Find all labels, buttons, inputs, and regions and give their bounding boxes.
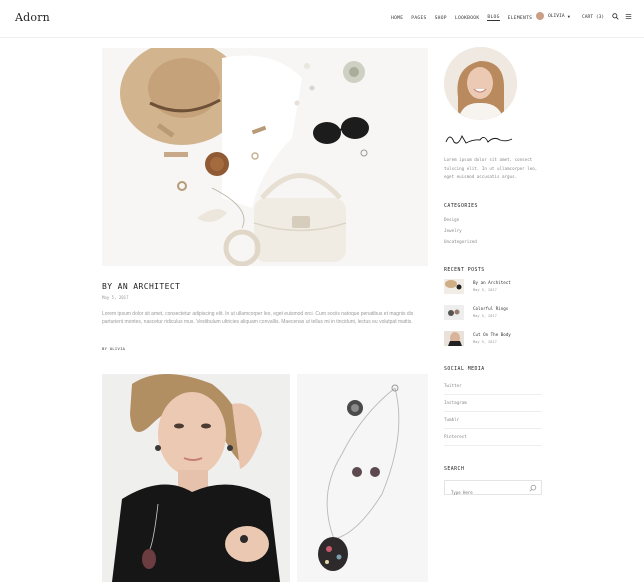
category-link[interactable]: Jewelry (444, 228, 462, 233)
search-icon[interactable] (612, 13, 619, 22)
post-image-necklace[interactable] (297, 374, 428, 582)
post-featured-image[interactable] (102, 48, 428, 266)
recent-post-item[interactable]: By an Architect May 5, 2017 (444, 279, 542, 294)
category-link[interactable]: Uncategorized (444, 239, 477, 244)
user-menu[interactable]: OLIVIA ▼ (536, 12, 570, 20)
recent-post-date: May 5, 2017 (473, 340, 497, 344)
site-header: Adorn HOME PAGES SHOP LOOKBOOK BLOG ELEM… (0, 0, 644, 38)
recent-posts-heading: RECENT POSTS (444, 268, 485, 273)
author-avatar (444, 47, 517, 120)
recent-post-thumbnail (444, 305, 464, 320)
nav-item-blog[interactable]: BLOG (487, 15, 500, 21)
user-avatar (536, 12, 544, 20)
author-bio: Lorem ipsum dolor sit amet, consect tuls… (444, 157, 538, 179)
recent-post-date: May 5, 2017 (473, 288, 497, 292)
search-icon[interactable] (529, 484, 537, 492)
social-link-tumblr[interactable]: Tumblr (444, 412, 542, 429)
social-link-twitter[interactable]: Twitter (444, 378, 542, 395)
social-media-heading: SOCIAL MEDIA (444, 367, 485, 372)
chevron-down-icon: ▼ (567, 13, 571, 19)
nav-item-shop[interactable]: SHOP (435, 16, 447, 21)
user-name: OLIVIA (548, 13, 565, 19)
search-input[interactable] (445, 486, 525, 499)
nav-item-lookbook[interactable]: LOOKBOOK (455, 16, 480, 21)
post-excerpt: Lorem ipsum dolor sit amet, consectetur … (102, 311, 414, 326)
author-signature (445, 134, 513, 144)
search-heading: SEARCH (444, 467, 465, 472)
menu-icon[interactable] (625, 13, 632, 22)
nav-item-home[interactable]: HOME (391, 16, 403, 21)
recent-post-item[interactable]: Cut On The Body May 5, 2017 (444, 331, 542, 346)
post-title[interactable]: BY AN ARCHITECT (102, 282, 180, 291)
recent-post-title: Colorful Rings (473, 306, 509, 311)
post-date: May 5, 2017 (102, 295, 129, 300)
post-author[interactable]: BY OLIVIA (102, 346, 125, 351)
main-nav: HOME PAGES SHOP LOOKBOOK BLOG ELEMENTS (391, 15, 540, 21)
recent-post-item[interactable]: Colorful Rings May 5, 2017 (444, 305, 542, 320)
recent-post-title: By an Architect (473, 280, 511, 285)
social-link-instagram[interactable]: Instagram (444, 395, 542, 412)
cart-link[interactable]: CART (3) (582, 15, 604, 20)
categories-heading: CATEGORIES (444, 204, 478, 209)
recent-post-date: May 5, 2017 (473, 314, 497, 318)
post-image-woman[interactable] (102, 374, 290, 582)
social-link-pinterest[interactable]: Pinterest (444, 429, 542, 446)
recent-post-thumbnail (444, 331, 464, 346)
recent-post-thumbnail (444, 279, 464, 294)
category-link[interactable]: Design (444, 217, 459, 222)
site-logo[interactable]: Adorn (15, 11, 50, 24)
recent-post-title: Cut On The Body (473, 332, 511, 337)
nav-item-pages[interactable]: PAGES (411, 16, 426, 21)
search-box (444, 480, 542, 499)
nav-item-elements[interactable]: ELEMENTS (508, 16, 533, 21)
